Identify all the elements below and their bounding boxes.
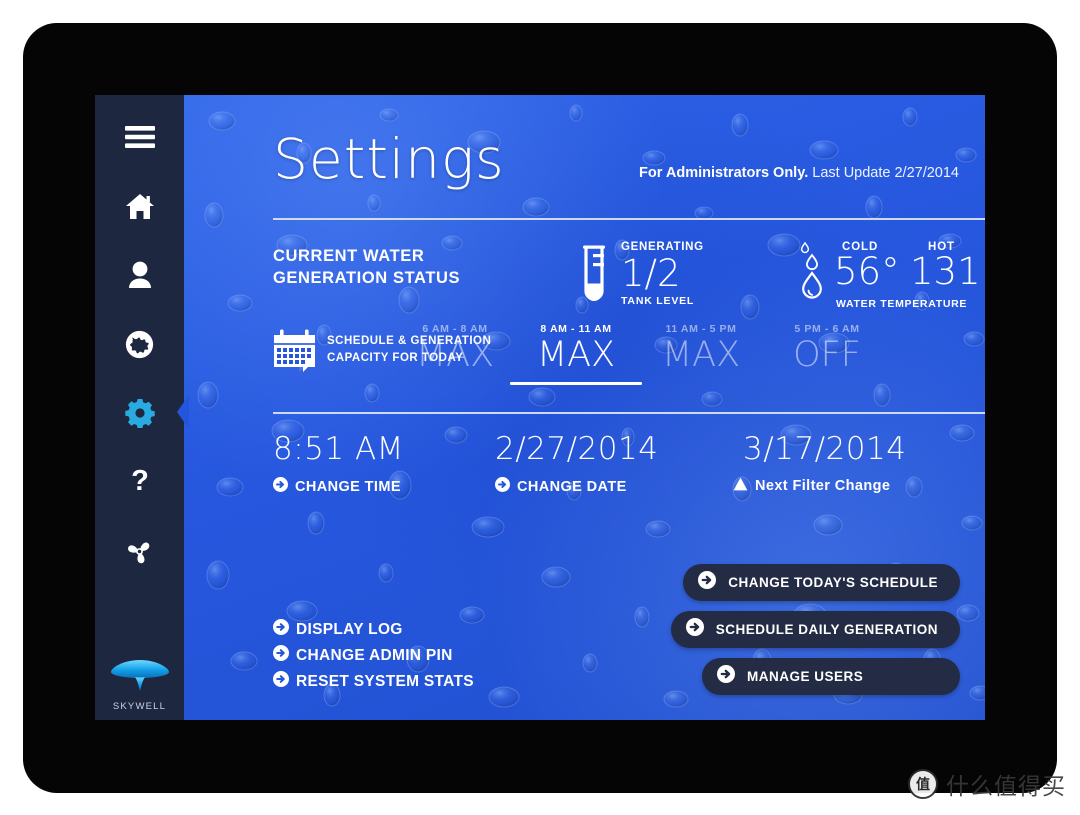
divider-top [273,218,985,220]
warning-triangle-icon [733,477,748,495]
page-title: Settings [273,127,505,191]
schedule-daily-generation-button[interactable]: SCHEDULE DAILY GENERATION [670,611,960,648]
schedule-slot-capacity: MAX [415,335,495,375]
globe-icon [125,330,154,359]
tank-level-caption: TANK LEVEL [621,295,695,307]
hot-temperature-value: 131° [910,250,985,293]
active-nav-indicator [175,395,189,429]
cold-temperature-value: 56° [834,250,900,293]
reset-system-stats-label: RESET SYSTEM STATS [296,672,474,690]
change-time-link[interactable]: CHANGE TIME [273,477,401,496]
home-icon [125,193,155,220]
sidebar-item-menu[interactable] [95,109,184,165]
calendar-icon [272,329,318,378]
tank-level-icon [576,245,612,316]
arrow-circle-icon [273,477,288,496]
sidebar-item-help[interactable]: ? [95,454,184,510]
schedule-slot-time: 6 AM - 8 AM [422,323,488,335]
change-date-link[interactable]: CHANGE DATE [495,477,627,496]
brand-logo-block: SKYWELL [95,642,184,712]
arrow-circle-icon [273,671,289,692]
arrow-circle-icon [273,619,289,640]
fan-icon [125,537,154,566]
current-time-value: 8:51 AM [273,431,404,467]
next-filter-change-label: Next Filter Change [755,478,891,494]
manage-users-button[interactable]: MANAGE USERS [702,658,960,695]
schedule-slot-capacity: OFF [793,335,861,375]
divider-bottom [273,412,985,414]
svg-text:?: ? [131,467,149,497]
sidebar-item-home[interactable] [95,178,184,234]
reset-system-stats-link[interactable]: RESET SYSTEM STATS [273,671,474,692]
water-temperature-caption: WATER TEMPERATURE [836,298,968,310]
change-todays-schedule-button[interactable]: CHANGE TODAY'S SCHEDULE [683,564,960,601]
tablet-screen: ? SKYWELL Settings For Administrators On… [95,95,985,720]
sidebar-item-global[interactable] [95,316,184,372]
arrow-circle-icon [698,571,717,594]
watermark-text: 什么值得买 [946,774,1066,800]
admin-note: For Administrators Only. [639,165,809,181]
sidebar-item-settings[interactable] [95,385,184,441]
screenshot-root: ? SKYWELL Settings For Administrators On… [0,0,1080,815]
schedule-slot-time: 8 AM - 11 AM [540,323,612,335]
change-admin-pin-link[interactable]: CHANGE ADMIN PIN [273,645,453,666]
next-filter-date-value: 3/17/2014 [743,431,907,467]
water-status-label: CURRENT WATER GENERATION STATUS [273,245,460,290]
watermark-badge: 值 [908,769,938,799]
person-icon [127,261,153,289]
gear-icon [124,398,155,428]
settings-content: Settings For Administrators Only. Last U… [184,95,985,720]
schedule-slot-time: 11 AM - 5 PM [665,323,737,335]
arrow-circle-icon [495,477,510,496]
sidebar-item-user[interactable] [95,247,184,303]
water-status-label-line1: CURRENT WATER [273,247,425,265]
schedule-slot-0[interactable]: 6 AM - 8 AM MAX [394,323,516,376]
admin-subheader: For Administrators Only. Last Update 2/2… [639,165,959,181]
water-status-label-line2: GENERATION STATUS [273,269,461,288]
change-admin-pin-label: CHANGE ADMIN PIN [296,646,453,664]
site-watermark: 值 什么值得买 [908,767,1066,801]
change-time-label: CHANGE TIME [295,478,401,495]
skywell-logo-icon [109,657,171,698]
question-mark-icon: ? [130,467,150,497]
sidebar-nav: ? SKYWELL [95,95,184,720]
schedule-slot-capacity: MAX [536,335,616,375]
brand-name: SKYWELL [112,701,167,712]
schedule-slot-1[interactable]: 8 AM - 11 AM MAX [510,323,642,386]
last-update: Last Update 2/27/2014 [812,165,959,181]
display-log-link[interactable]: DISPLAY LOG [273,619,403,640]
current-date-value: 2/27/2014 [495,431,659,467]
hamburger-icon [124,126,155,148]
change-date-label: CHANGE DATE [517,478,627,495]
schedule-slot-2[interactable]: 11 AM - 5 PM MAX [636,323,766,376]
schedule-slot-active-underline [510,382,642,386]
schedule-slot-time: 5 PM - 6 AM [794,323,860,335]
tank-level-value: 1/2 [621,252,681,295]
manage-users-label: MANAGE USERS [747,669,864,684]
schedule-slot-3[interactable]: 5 PM - 6 AM OFF [762,323,892,376]
change-todays-schedule-label: CHANGE TODAY'S SCHEDULE [728,575,938,590]
display-log-label: DISPLAY LOG [296,620,403,638]
sidebar-item-fan[interactable] [95,523,184,579]
arrow-circle-icon [273,645,289,666]
next-filter-change-link[interactable]: Next Filter Change [733,477,890,495]
arrow-circle-icon [685,618,704,641]
schedule-daily-generation-label: SCHEDULE DAILY GENERATION [715,622,938,637]
schedule-slot-capacity: MAX [661,335,741,375]
water-droplets-icon [796,241,836,310]
arrow-circle-icon [717,665,735,688]
